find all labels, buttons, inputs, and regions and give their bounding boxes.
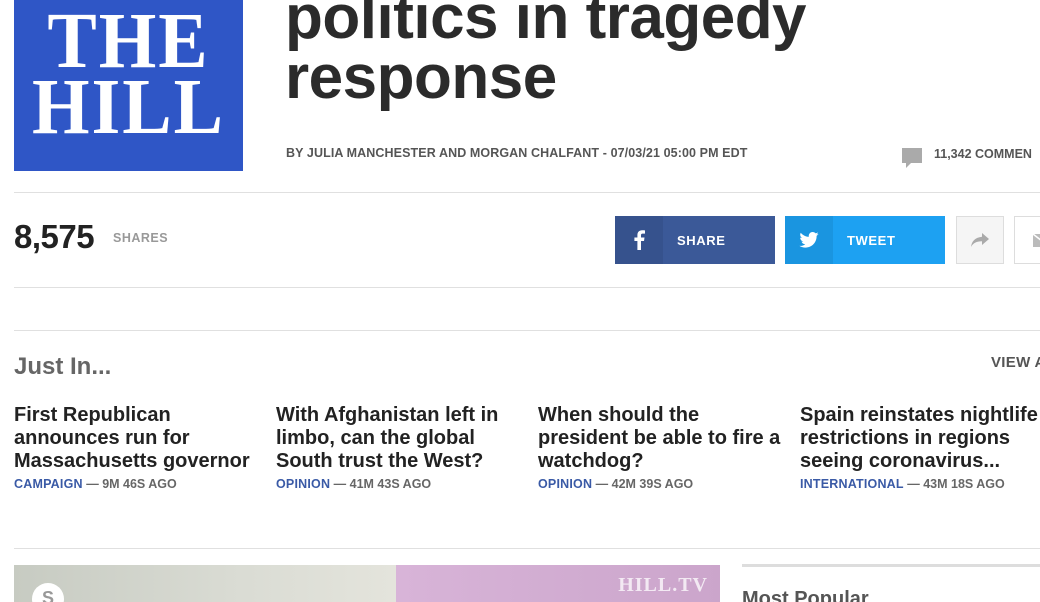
twitter-tweet-button[interactable]: TWEET <box>785 216 945 264</box>
mail-icon <box>1033 233 1040 247</box>
twitter-icon <box>785 216 833 264</box>
story-title[interactable]: With Afghanistan left in limbo, can the … <box>276 404 526 473</box>
just-in-heading: Just In... <box>14 353 112 380</box>
shares-count: 8,575 <box>14 218 95 255</box>
twitter-tweet-label: TWEET <box>847 232 896 248</box>
hill-tv-watermark: HILL.TV <box>618 574 708 596</box>
comment-icon <box>902 148 922 168</box>
email-button[interactable] <box>1014 216 1040 264</box>
shares-label: SHARES <box>113 231 169 245</box>
divider <box>14 192 1040 193</box>
story-category[interactable]: INTERNATIONAL <box>800 477 904 491</box>
story-meta: INTERNATIONAL — 43M 18S AGO <box>800 477 1040 491</box>
comments-count: 11,342 COMMEN <box>934 146 1032 161</box>
story-meta: CAMPAIGN — 9M 46S AGO <box>14 477 264 491</box>
divider <box>14 287 1040 288</box>
story-category[interactable]: OPINION <box>276 477 330 491</box>
story-category[interactable]: OPINION <box>538 477 592 491</box>
facebook-share-button[interactable]: SHARE <box>615 216 775 264</box>
story-time: — 41M 43S AGO <box>333 477 432 491</box>
just-in-story[interactable]: First Republican announces run for Massa… <box>14 404 264 491</box>
story-time: — 42M 39S AGO <box>595 477 694 491</box>
story-category[interactable]: CAMPAIGN <box>14 477 83 491</box>
share-button[interactable] <box>956 216 1004 264</box>
comments-link[interactable]: 11,342 COMMEN <box>902 146 1032 168</box>
story-title[interactable]: First Republican announces run for Massa… <box>14 404 264 473</box>
story-meta: OPINION — 42M 39S AGO <box>538 477 788 491</box>
most-popular-heading: Most Popular <box>742 588 869 602</box>
just-in-story[interactable]: With Afghanistan left in limbo, can the … <box>276 404 526 491</box>
logo-line-2: HILL <box>31 62 226 152</box>
facebook-share-label: SHARE <box>677 232 726 248</box>
story-time: — 9M 46S AGO <box>86 477 177 491</box>
most-popular-rule <box>742 564 1040 567</box>
featured-video-image[interactable]: S HILL.TV <box>14 565 720 602</box>
just-in-story[interactable]: Spain reinstates nightlife restrictions … <box>800 404 1040 491</box>
story-title[interactable]: Spain reinstates nightlife restrictions … <box>800 404 1040 473</box>
story-time: — 43M 18S AGO <box>907 477 1005 491</box>
article-headline: politics in tragedy response <box>285 0 807 112</box>
the-hill-logo[interactable]: THE HILL <box>14 0 243 171</box>
video-left-frame <box>14 565 396 602</box>
share-arrow-icon <box>971 233 989 247</box>
view-all-link[interactable]: VIEW A <box>991 354 1040 371</box>
story-meta: OPINION — 41M 43S AGO <box>276 477 526 491</box>
facebook-icon <box>615 216 663 264</box>
just-in-story[interactable]: When should the president be able to fir… <box>538 404 788 491</box>
article-byline: BY JULIA MANCHESTER AND MORGAN CHALFANT … <box>286 146 748 160</box>
divider <box>14 330 1040 331</box>
story-title[interactable]: When should the president be able to fir… <box>538 404 788 473</box>
divider <box>14 548 1040 549</box>
